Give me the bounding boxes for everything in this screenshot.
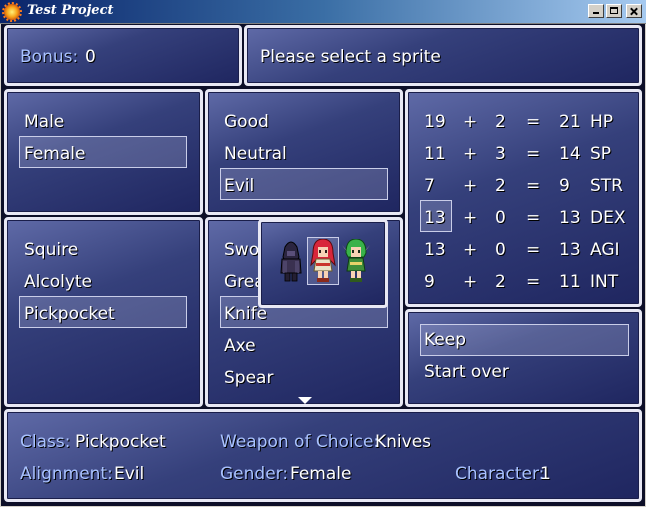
stat-equals: = [526,240,541,260]
stat-equals: = [526,144,541,164]
green-haired-elf-sprite[interactable] [342,239,370,283]
stat-base: 11 [424,144,446,164]
message-text: Please select a sprite [260,47,441,67]
stat-total: 13 [559,240,581,260]
stat-base: 7 [424,176,435,196]
summary-weapon-label: Weapon of Choice: [220,432,380,452]
stat-plus: + [463,272,478,292]
close-button[interactable] [626,4,642,18]
stat-plus: + [463,240,478,260]
class-option-squire[interactable]: Squire [24,240,78,260]
weapon-option-axe[interactable]: Axe [224,336,256,356]
summary-gender-value: Female [290,464,352,484]
app-sun-icon [2,2,22,22]
stat-equals: = [526,176,541,196]
game-screen: Bonus: 0 Please select a sprite Male Fem… [1,24,645,506]
summary-weapon-value: Knives [375,432,432,452]
stat-name: STR [590,176,623,196]
stat-bonus: 0 [495,240,506,260]
stat-equals: = [526,208,541,228]
window-controls [588,4,642,18]
stat-plus: + [463,144,478,164]
stat-plus: + [463,112,478,132]
red-haired-girl-sprite[interactable] [309,239,337,283]
stat-bonus: 2 [495,112,506,132]
stat-total: 21 [559,112,581,132]
summary-gender-label: Gender: [220,464,289,484]
stat-bonus: 0 [495,208,506,228]
bonus-window: Bonus: 0 [4,25,242,86]
stat-equals: = [526,112,541,132]
class-window: Squire Alcolyte Pickpocket [4,217,203,407]
stat-total: 14 [559,144,581,164]
stat-base: 19 [424,112,446,132]
bonus-value: 0 [85,47,96,67]
sprite-select-window [258,219,388,308]
stat-bonus: 3 [495,144,506,164]
gender-option-male[interactable]: Male [24,112,64,132]
stat-plus: + [463,208,478,228]
stat-bonus: 2 [495,176,506,196]
stat-total: 9 [559,176,570,196]
stat-total: 11 [559,272,581,292]
window-title: Test Project [27,3,114,18]
maximize-button[interactable] [606,4,622,18]
weapon-option-spear[interactable]: Spear [224,368,273,388]
stat-base: 13 [424,208,446,228]
class-option-alcolyte[interactable]: Alcolyte [24,272,92,292]
minimize-button[interactable] [588,4,604,18]
alignment-option-neutral[interactable]: Neutral [224,144,287,164]
summary-character-label: Character: [455,464,545,484]
summary-alignment-value: Evil [114,464,145,484]
stat-name: SP [590,144,612,164]
summary-alignment-label: Alignment: [20,464,113,484]
stat-name: AGI [590,240,620,260]
alignment-option-good[interactable]: Good [224,112,269,132]
gender-window: Male Female [4,89,203,215]
stat-base: 13 [424,240,446,260]
keep-button[interactable]: Keep [424,330,466,350]
title-bar[interactable]: Test Project [0,0,646,24]
alignment-option-evil[interactable]: Evil [224,176,254,196]
gender-option-female[interactable]: Female [24,144,85,164]
summary-class-value: Pickpocket [75,432,166,452]
start-over-button[interactable]: Start over [424,362,509,382]
stat-equals: = [526,272,541,292]
bonus-label: Bonus: [20,47,79,67]
class-option-pickpocket[interactable]: Pickpocket [24,304,115,324]
summary-character-value: 1 [540,464,551,484]
down-arrow-icon[interactable] [298,397,312,404]
alignment-window: Good Neutral Evil [205,89,403,215]
summary-class-label: Class: [20,432,71,452]
stat-name: INT [590,272,619,292]
summary-window: Class: Pickpocket Weapon of Choice: Kniv… [4,409,642,502]
stat-name: HP [590,112,614,132]
action-window: Keep Start over [405,309,642,407]
stats-window: 19 +2 = 21 HP 11 +3 = 14 SP 7 +2 = 9 STR 13 +0 = 13 DEX 13 +0… [405,89,642,307]
stat-total: 13 [559,208,581,228]
stat-name: DEX [590,208,626,228]
dark-knight-sprite[interactable] [277,239,305,283]
stat-base: 9 [424,272,435,292]
stat-plus: + [463,176,478,196]
message-window: Please select a sprite [244,25,642,86]
stat-bonus: 2 [495,272,506,292]
